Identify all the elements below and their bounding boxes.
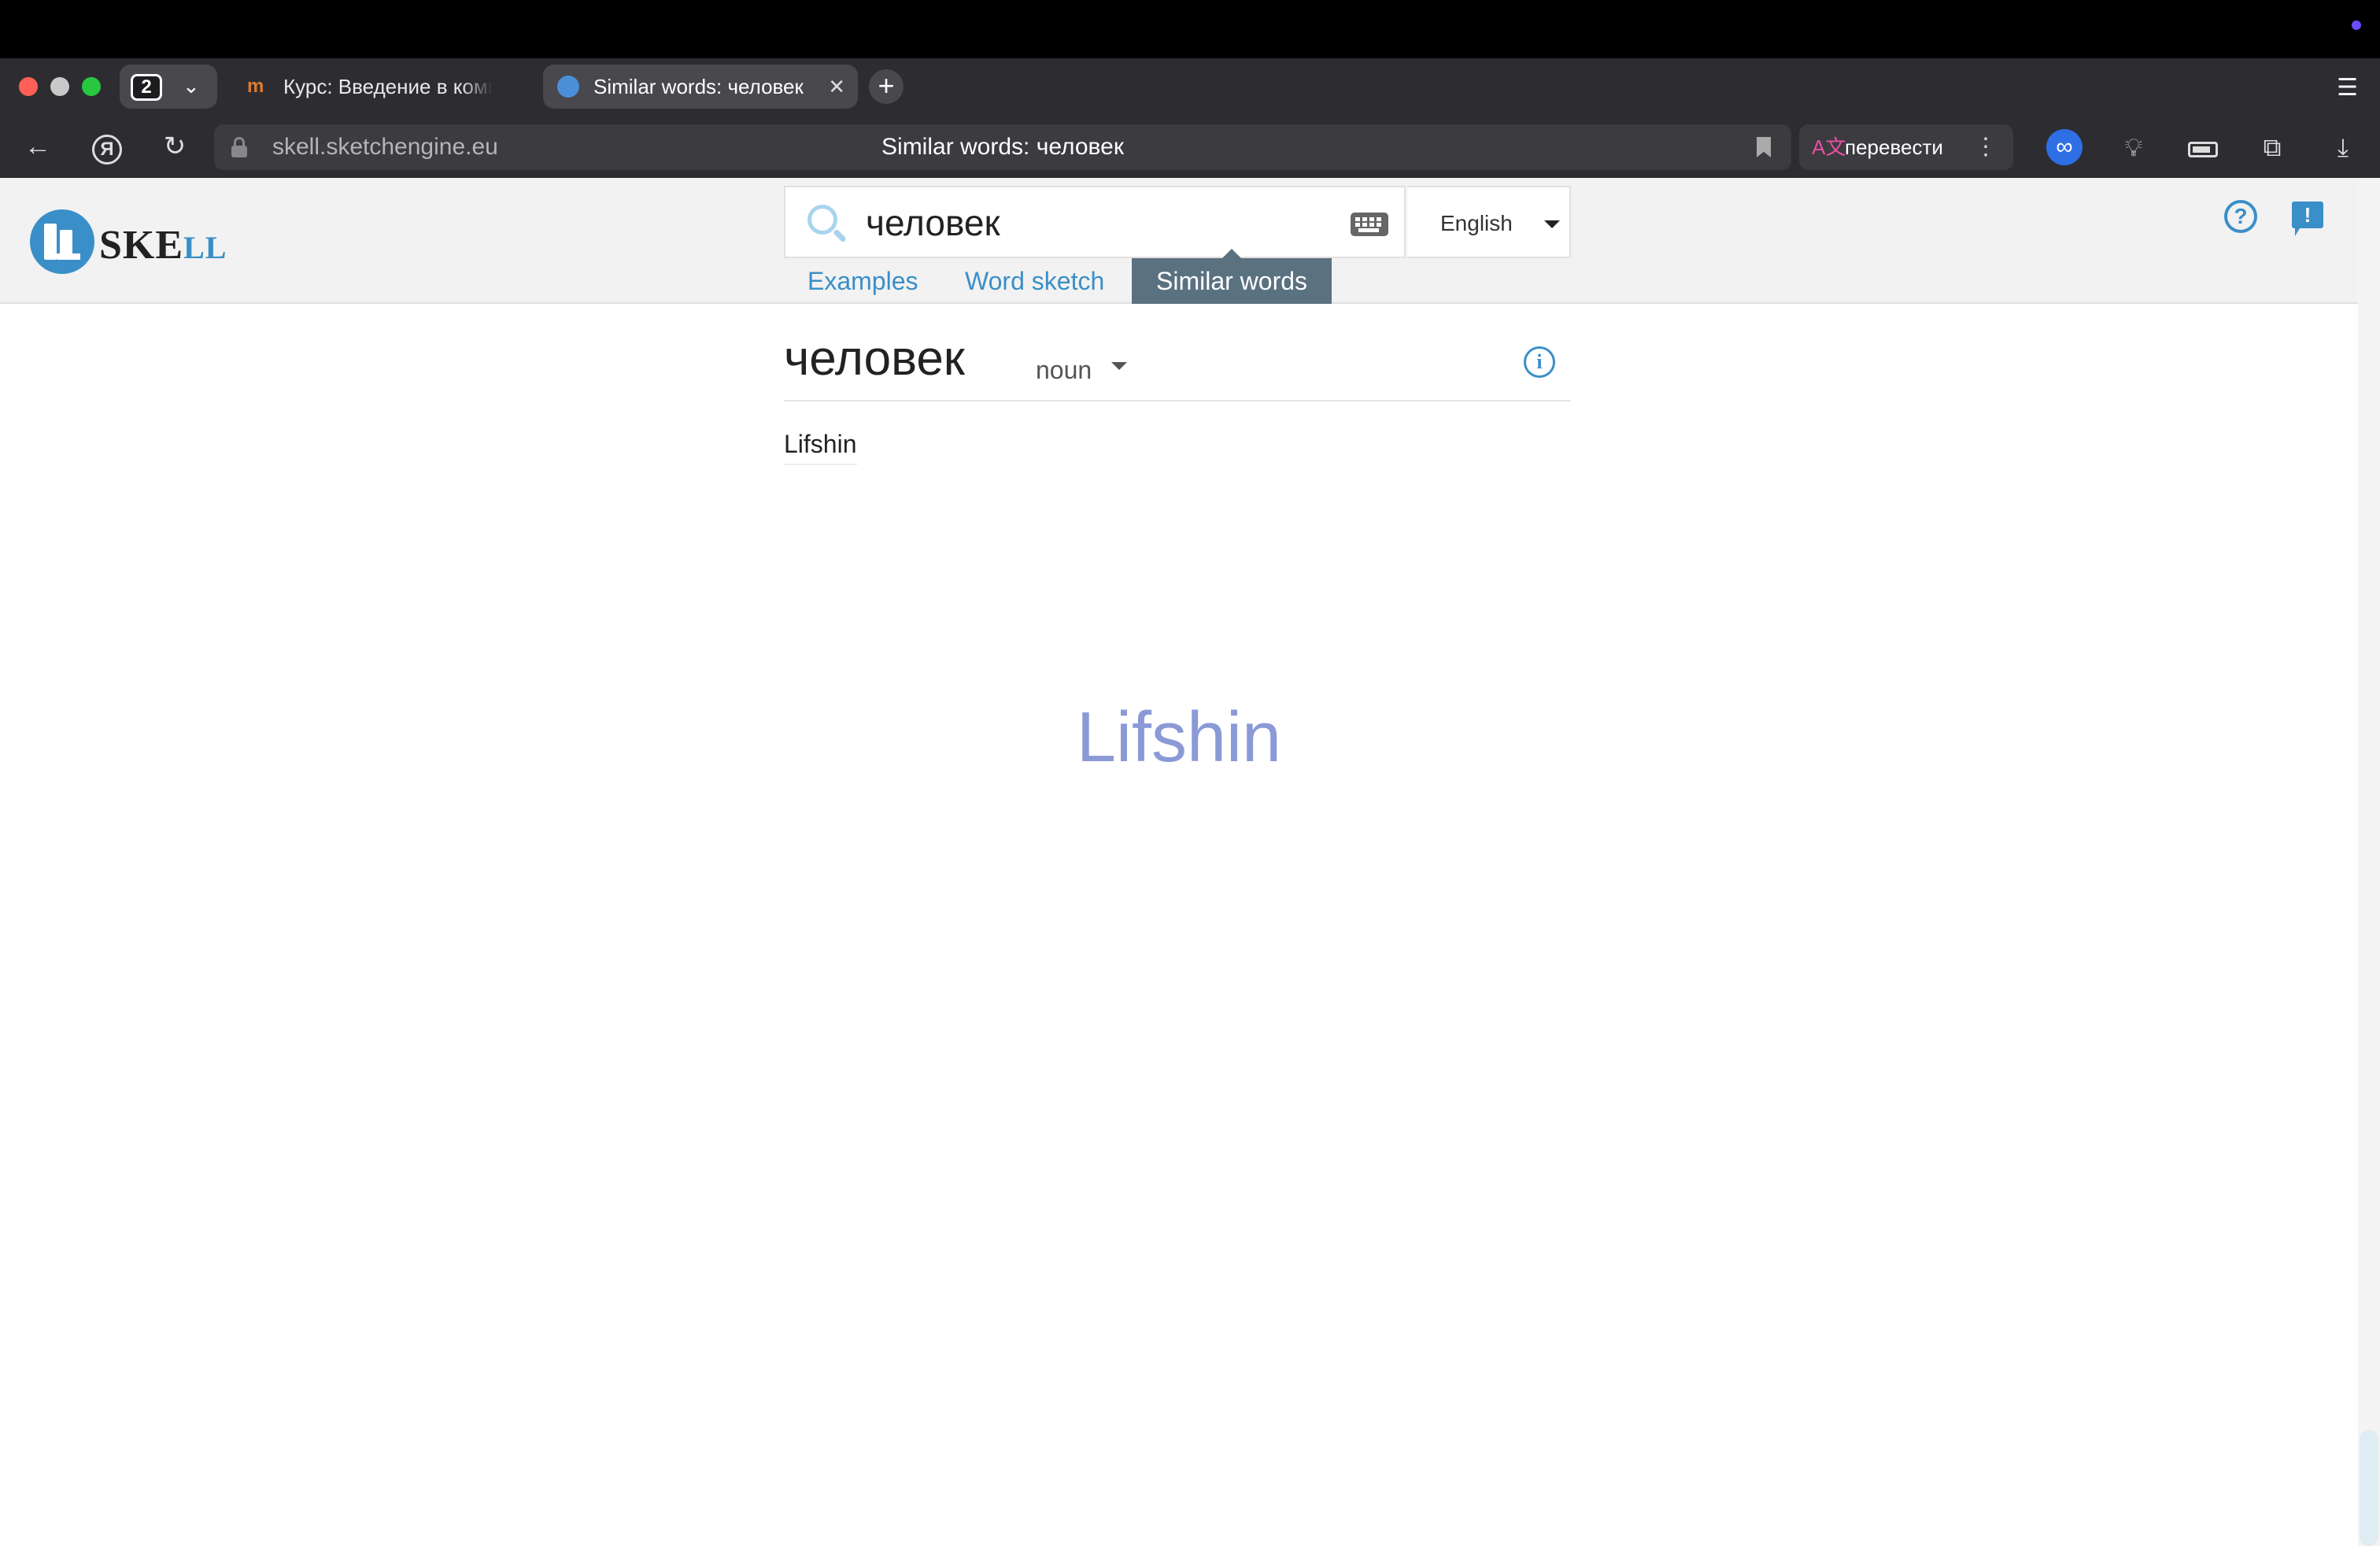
feedback-icon[interactable]: !	[2292, 202, 2323, 236]
window-minimize-button[interactable]	[50, 77, 69, 96]
caret-down-icon[interactable]	[1111, 362, 1127, 370]
page-content: SKELL English Examples Word sketch Simil…	[0, 178, 2358, 1546]
window-zoom-button[interactable]	[82, 77, 101, 96]
help-icon[interactable]: ?	[2224, 200, 2257, 233]
scrollbar-track[interactable]	[2358, 178, 2380, 1546]
language-select[interactable]: English	[1407, 186, 1571, 258]
search-icon[interactable]	[808, 205, 847, 243]
search-box	[784, 186, 1406, 258]
new-tab-button[interactable]: +	[869, 69, 904, 104]
chevron-down-icon: ⌄	[183, 74, 200, 98]
tab-close-icon[interactable]: ✕	[828, 65, 845, 109]
bulb-icon[interactable]: 💡︎	[2116, 129, 2152, 165]
tab-count: 2	[131, 74, 162, 101]
more-vertical-icon[interactable]: ⋮	[1974, 124, 1998, 170]
reload-icon[interactable]: ↻	[157, 129, 192, 164]
tab-similar-words[interactable]: Similar words	[1132, 249, 1332, 304]
menu-icon[interactable]: ☰	[2337, 74, 2358, 102]
info-icon[interactable]: i	[1524, 346, 1555, 378]
browser-tab-similar-words[interactable]: Similar words: человек ✕	[543, 65, 858, 109]
tab-word-sketch[interactable]: Word sketch	[965, 258, 1104, 304]
logo-text: SKELL	[99, 223, 227, 268]
language-label: English	[1440, 211, 1513, 235]
translate-ext-icon[interactable]: ⧉	[2254, 129, 2290, 165]
skell-header: SKELL English Examples Word sketch Simil…	[0, 178, 2358, 304]
address-bar[interactable]: skell.sketchengine.eu Similar words: чел…	[214, 124, 1791, 170]
scrollbar-thumb[interactable]	[2360, 1429, 2378, 1546]
address-page-title: Similar words: человек	[881, 134, 1124, 160]
pos-dropdown[interactable]: noun	[1036, 356, 1092, 385]
caret-down-icon	[1544, 220, 1560, 228]
yandex-icon[interactable]: Я	[90, 129, 124, 165]
translate-label: перевести	[1845, 135, 1943, 159]
tab-counter-button[interactable]: 2 ⌄	[120, 65, 217, 109]
tab-title: Similar words: человек	[593, 75, 804, 98]
window-close-button[interactable]	[19, 77, 38, 96]
tab-title: Курс: Введение в компьютерную лингвистик…	[283, 75, 493, 98]
browser-tab-course[interactable]: m Курс: Введение в компьютерную лингвист…	[233, 65, 534, 109]
headword: человек	[784, 331, 965, 386]
course-favicon-icon: m	[247, 76, 264, 97]
battery-icon[interactable]	[2185, 129, 2221, 165]
translate-button[interactable]: A文 перевести ⋮	[1799, 124, 2013, 170]
word-cloud-item[interactable]: Lifshin	[0, 697, 2358, 779]
skell-favicon-icon	[557, 76, 579, 98]
translate-icon: A文	[1812, 135, 1846, 159]
similar-word-item[interactable]: Lifshin	[784, 430, 857, 465]
search-input[interactable]	[866, 198, 1306, 247]
status-dot-icon	[2352, 20, 2361, 30]
os-menu-bar	[0, 0, 2380, 58]
infinity-icon[interactable]: ∞	[2046, 129, 2082, 165]
keyboard-icon[interactable]	[1351, 213, 1388, 236]
logo-books-icon	[30, 209, 94, 274]
tab-examples[interactable]: Examples	[808, 258, 918, 304]
divider	[784, 400, 1571, 401]
back-arrow-icon[interactable]: ←	[20, 129, 55, 164]
download-icon[interactable]: ⤓	[2325, 129, 2361, 165]
